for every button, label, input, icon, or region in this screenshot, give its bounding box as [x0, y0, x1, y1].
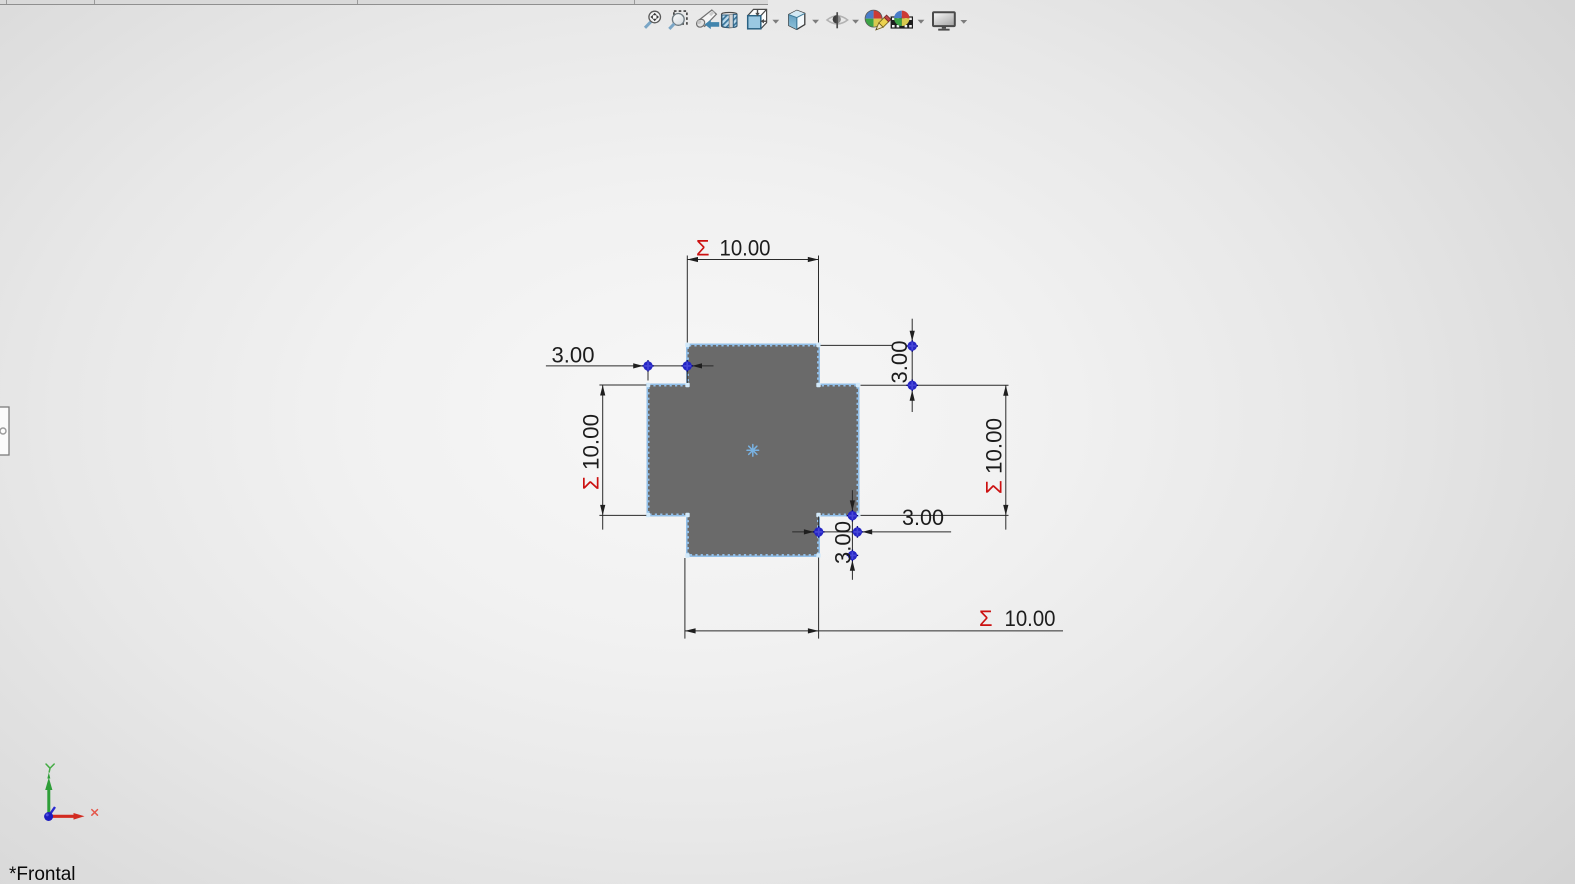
svg-text:3.00: 3.00: [831, 521, 856, 564]
svg-text:*Frontal: *Frontal: [9, 864, 76, 884]
svg-text:3.00: 3.00: [887, 341, 912, 384]
svg-text:Σ 10.00: Σ 10.00: [982, 418, 1007, 494]
svg-text:3.00: 3.00: [902, 505, 944, 530]
svg-text:3.00: 3.00: [552, 342, 595, 367]
svg-text:10.00: 10.00: [720, 236, 771, 261]
svg-text:Σ: Σ: [696, 236, 710, 261]
svg-text:Σ: Σ: [979, 606, 993, 631]
svg-text:10.00: 10.00: [1005, 606, 1056, 631]
svg-text:Σ 10.00: Σ 10.00: [579, 414, 604, 490]
